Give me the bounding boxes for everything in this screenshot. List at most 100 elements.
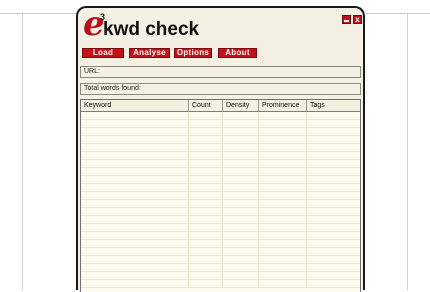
table-cell (189, 208, 223, 216)
about-button[interactable]: About (218, 48, 257, 58)
table-row[interactable] (81, 200, 360, 208)
table-cell (259, 280, 307, 288)
table-row[interactable] (81, 264, 360, 272)
table-cell (223, 232, 259, 240)
table-row[interactable] (81, 112, 360, 120)
column-header-prominence[interactable]: Prominence (259, 100, 307, 111)
table-cell (307, 184, 360, 192)
table-cell (307, 264, 360, 272)
table-cell (307, 176, 360, 184)
table-cell (223, 272, 259, 280)
table-cell (81, 272, 189, 280)
table-cell (307, 128, 360, 136)
table-cell (307, 200, 360, 208)
table-cell (189, 128, 223, 136)
table-row[interactable] (81, 120, 360, 128)
table-row[interactable] (81, 224, 360, 232)
table-cell (223, 264, 259, 272)
table-row[interactable] (81, 216, 360, 224)
table-row[interactable] (81, 168, 360, 176)
total-words-field: Total words found: (80, 83, 361, 95)
table-cell (189, 240, 223, 248)
table-cell (307, 112, 360, 120)
table-cell (81, 200, 189, 208)
table-cell (189, 216, 223, 224)
table-cell (189, 256, 223, 264)
table-cell (81, 192, 189, 200)
table-cell (223, 128, 259, 136)
table-row[interactable] (81, 208, 360, 216)
table-cell (307, 144, 360, 152)
table-row[interactable] (81, 184, 360, 192)
table-cell (259, 272, 307, 280)
table-cell (189, 264, 223, 272)
app-window: e 3 kwd check x Load Analyse Options Abo… (76, 6, 365, 292)
table-cell (81, 264, 189, 272)
table-cell (189, 176, 223, 184)
table-row[interactable] (81, 272, 360, 280)
table-cell (307, 224, 360, 232)
table-row[interactable] (81, 280, 360, 288)
table-row[interactable] (81, 248, 360, 256)
table-body (81, 112, 360, 292)
table-cell (189, 168, 223, 176)
table-row[interactable] (81, 144, 360, 152)
options-button[interactable]: Options (174, 48, 212, 58)
table-cell (81, 128, 189, 136)
table-cell (259, 184, 307, 192)
table-cell (259, 136, 307, 144)
column-header-count[interactable]: Count (189, 100, 223, 111)
app-title: kwd check (103, 19, 200, 40)
table-cell (307, 152, 360, 160)
url-field[interactable]: URL: (80, 66, 361, 78)
table-cell (223, 216, 259, 224)
table-cell (81, 136, 189, 144)
table-cell (307, 120, 360, 128)
url-label: URL: (84, 68, 100, 75)
table-cell (189, 192, 223, 200)
table-cell (223, 176, 259, 184)
table-cell (223, 152, 259, 160)
minimize-button[interactable] (342, 15, 351, 24)
table-cell (259, 120, 307, 128)
close-button[interactable]: x (353, 15, 362, 24)
column-header-density[interactable]: Density (223, 100, 259, 111)
table-cell (223, 184, 259, 192)
table-cell (223, 240, 259, 248)
analyse-button[interactable]: Analyse (129, 48, 170, 58)
table-cell (223, 280, 259, 288)
table-row[interactable] (81, 192, 360, 200)
table-cell (189, 152, 223, 160)
table-cell (259, 144, 307, 152)
total-words-label: Total words found: (84, 85, 141, 92)
table-cell (81, 144, 189, 152)
backdrop-line-left (0, 13, 76, 14)
column-header-tags[interactable]: Tags (307, 100, 360, 111)
table-cell (307, 168, 360, 176)
table-cell (81, 232, 189, 240)
table-row[interactable] (81, 256, 360, 264)
table-cell (307, 248, 360, 256)
table-row[interactable] (81, 176, 360, 184)
table-cell (259, 208, 307, 216)
table-cell (81, 240, 189, 248)
table-row[interactable] (81, 128, 360, 136)
column-header-keyword[interactable]: Keyword (81, 100, 189, 111)
table-row[interactable] (81, 152, 360, 160)
table-cell (223, 112, 259, 120)
table-cell (81, 216, 189, 224)
table-row[interactable] (81, 136, 360, 144)
table-cell (189, 248, 223, 256)
table-cell (259, 192, 307, 200)
table-cell (189, 272, 223, 280)
table-row[interactable] (81, 160, 360, 168)
keyword-table[interactable]: Keyword Count Density Prominence Tags (80, 99, 361, 292)
table-cell (259, 112, 307, 120)
table-row[interactable] (81, 240, 360, 248)
load-button[interactable]: Load (82, 48, 124, 58)
table-row[interactable] (81, 232, 360, 240)
table-cell (307, 272, 360, 280)
table-cell (223, 168, 259, 176)
table-cell (81, 280, 189, 288)
table-header: Keyword Count Density Prominence Tags (81, 100, 360, 112)
